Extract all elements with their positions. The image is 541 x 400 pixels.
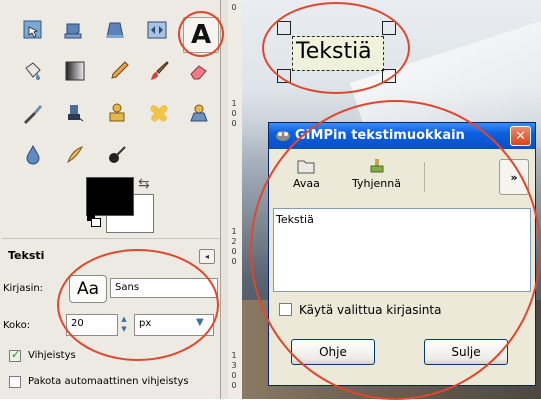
tool-options-menu-icon[interactable]: ◂ xyxy=(199,249,215,264)
dialog-title: GIMPin tekstimuokkain xyxy=(295,128,465,143)
ruler-label: 0 xyxy=(231,119,237,128)
ink-icon[interactable] xyxy=(62,100,88,126)
clear-icon xyxy=(370,159,383,173)
ruler-label: 0 xyxy=(231,3,237,12)
ruler-label: 1 xyxy=(231,351,237,360)
force-autohint-label: Pakota automaattinen vihjeistys xyxy=(28,376,189,387)
close-icon[interactable]: ✕ xyxy=(510,126,531,146)
font-input[interactable]: Sans xyxy=(110,278,218,298)
default-colors-icon[interactable] xyxy=(87,214,101,227)
foreground-color-swatch[interactable] xyxy=(86,177,134,216)
ruler-label: 0 xyxy=(231,109,237,118)
text-layer-content: Tekstiä xyxy=(296,39,372,64)
text-editor-dialog: GIMPin tekstimuokkain ✕ Avaa Tyhjennä » … xyxy=(268,122,536,386)
resize-handle[interactable] xyxy=(277,21,291,35)
blur-icon[interactable] xyxy=(20,142,46,168)
spin-down-icon[interactable]: ▼ xyxy=(118,324,130,334)
size-input[interactable]: 20 xyxy=(66,314,118,336)
toolbox-panel: A ⇆ Teksti ◂ Kirjasin: Aa Sans Koko: 20 … xyxy=(0,0,229,399)
clear-button-label: Tyhjennä xyxy=(352,177,401,190)
eraser-icon[interactable] xyxy=(186,58,212,84)
use-selected-font-checkbox[interactable] xyxy=(279,303,292,316)
use-selected-font-label: Käytä valittua kirjasinta xyxy=(299,303,442,317)
perspective-icon[interactable] xyxy=(102,17,128,43)
ruler-label: 1 xyxy=(231,99,237,108)
vertical-ruler: 0 1 0 0 1 2 0 0 1 3 0 0 xyxy=(228,0,243,399)
ruler-label: 3 xyxy=(231,361,237,370)
font-label: Kirjasin: xyxy=(3,283,44,294)
ruler-label: 2 xyxy=(231,237,237,246)
ruler-label: 0 xyxy=(231,381,237,390)
hinting-label: Vihjeistys xyxy=(28,350,76,361)
smudge-icon[interactable] xyxy=(62,142,88,168)
blend-icon[interactable] xyxy=(62,58,88,84)
heal-icon[interactable] xyxy=(146,100,172,126)
open-button[interactable]: Avaa xyxy=(293,158,320,190)
text-editor-area[interactable]: Tekstiä xyxy=(273,208,531,292)
airbrush-icon[interactable] xyxy=(20,100,46,126)
help-button[interactable]: Ohje xyxy=(291,339,375,365)
flip-icon[interactable] xyxy=(144,17,170,43)
rect-select-icon[interactable] xyxy=(20,17,46,43)
clone-icon[interactable] xyxy=(104,100,130,126)
dodge-icon[interactable] xyxy=(104,142,130,168)
size-label: Koko: xyxy=(3,320,31,331)
hinting-checkbox[interactable] xyxy=(9,348,21,362)
dialog-toolbar: Avaa Tyhjennä » xyxy=(269,150,535,203)
bucket-fill-icon[interactable] xyxy=(20,58,46,84)
gimp-icon xyxy=(276,131,290,141)
size-spinner[interactable]: ▲ ▼ xyxy=(118,314,130,336)
toolbar-overflow-button[interactable]: » xyxy=(499,159,529,195)
resize-handle[interactable] xyxy=(382,69,396,83)
chevron-down-icon[interactable]: ▼ xyxy=(196,317,204,328)
divider xyxy=(2,238,226,239)
clone-stamp-icon[interactable] xyxy=(60,17,86,43)
clear-button[interactable]: Tyhjennä xyxy=(352,158,401,190)
tool-options-title: Teksti xyxy=(8,249,45,262)
toolbar-divider xyxy=(424,162,425,192)
ruler-label: 0 xyxy=(231,257,237,266)
ruler-label: 0 xyxy=(231,247,237,256)
text-layer-box[interactable]: Tekstiä xyxy=(292,36,384,71)
resize-handle[interactable] xyxy=(277,69,291,83)
text-tool-button[interactable]: A xyxy=(183,17,219,53)
paintbrush-icon[interactable] xyxy=(146,58,172,84)
folder-icon xyxy=(297,160,315,174)
font-preview-button[interactable]: Aa xyxy=(69,275,107,303)
swap-colors-icon[interactable]: ⇆ xyxy=(138,176,150,192)
open-button-label: Avaa xyxy=(293,177,320,190)
close-button[interactable]: Sulje xyxy=(424,339,508,365)
spin-up-icon[interactable]: ▲ xyxy=(118,314,130,324)
ruler-label: 0 xyxy=(231,371,237,380)
dialog-titlebar[interactable]: GIMPin tekstimuokkain ✕ xyxy=(269,123,535,149)
ruler-label: 1 xyxy=(231,227,237,236)
text-tool-icon: A xyxy=(190,20,212,50)
force-autohint-checkbox[interactable] xyxy=(9,376,21,388)
resize-handle[interactable] xyxy=(382,21,396,35)
pencil-icon[interactable] xyxy=(106,58,132,84)
perspective-clone-icon[interactable] xyxy=(186,100,212,126)
